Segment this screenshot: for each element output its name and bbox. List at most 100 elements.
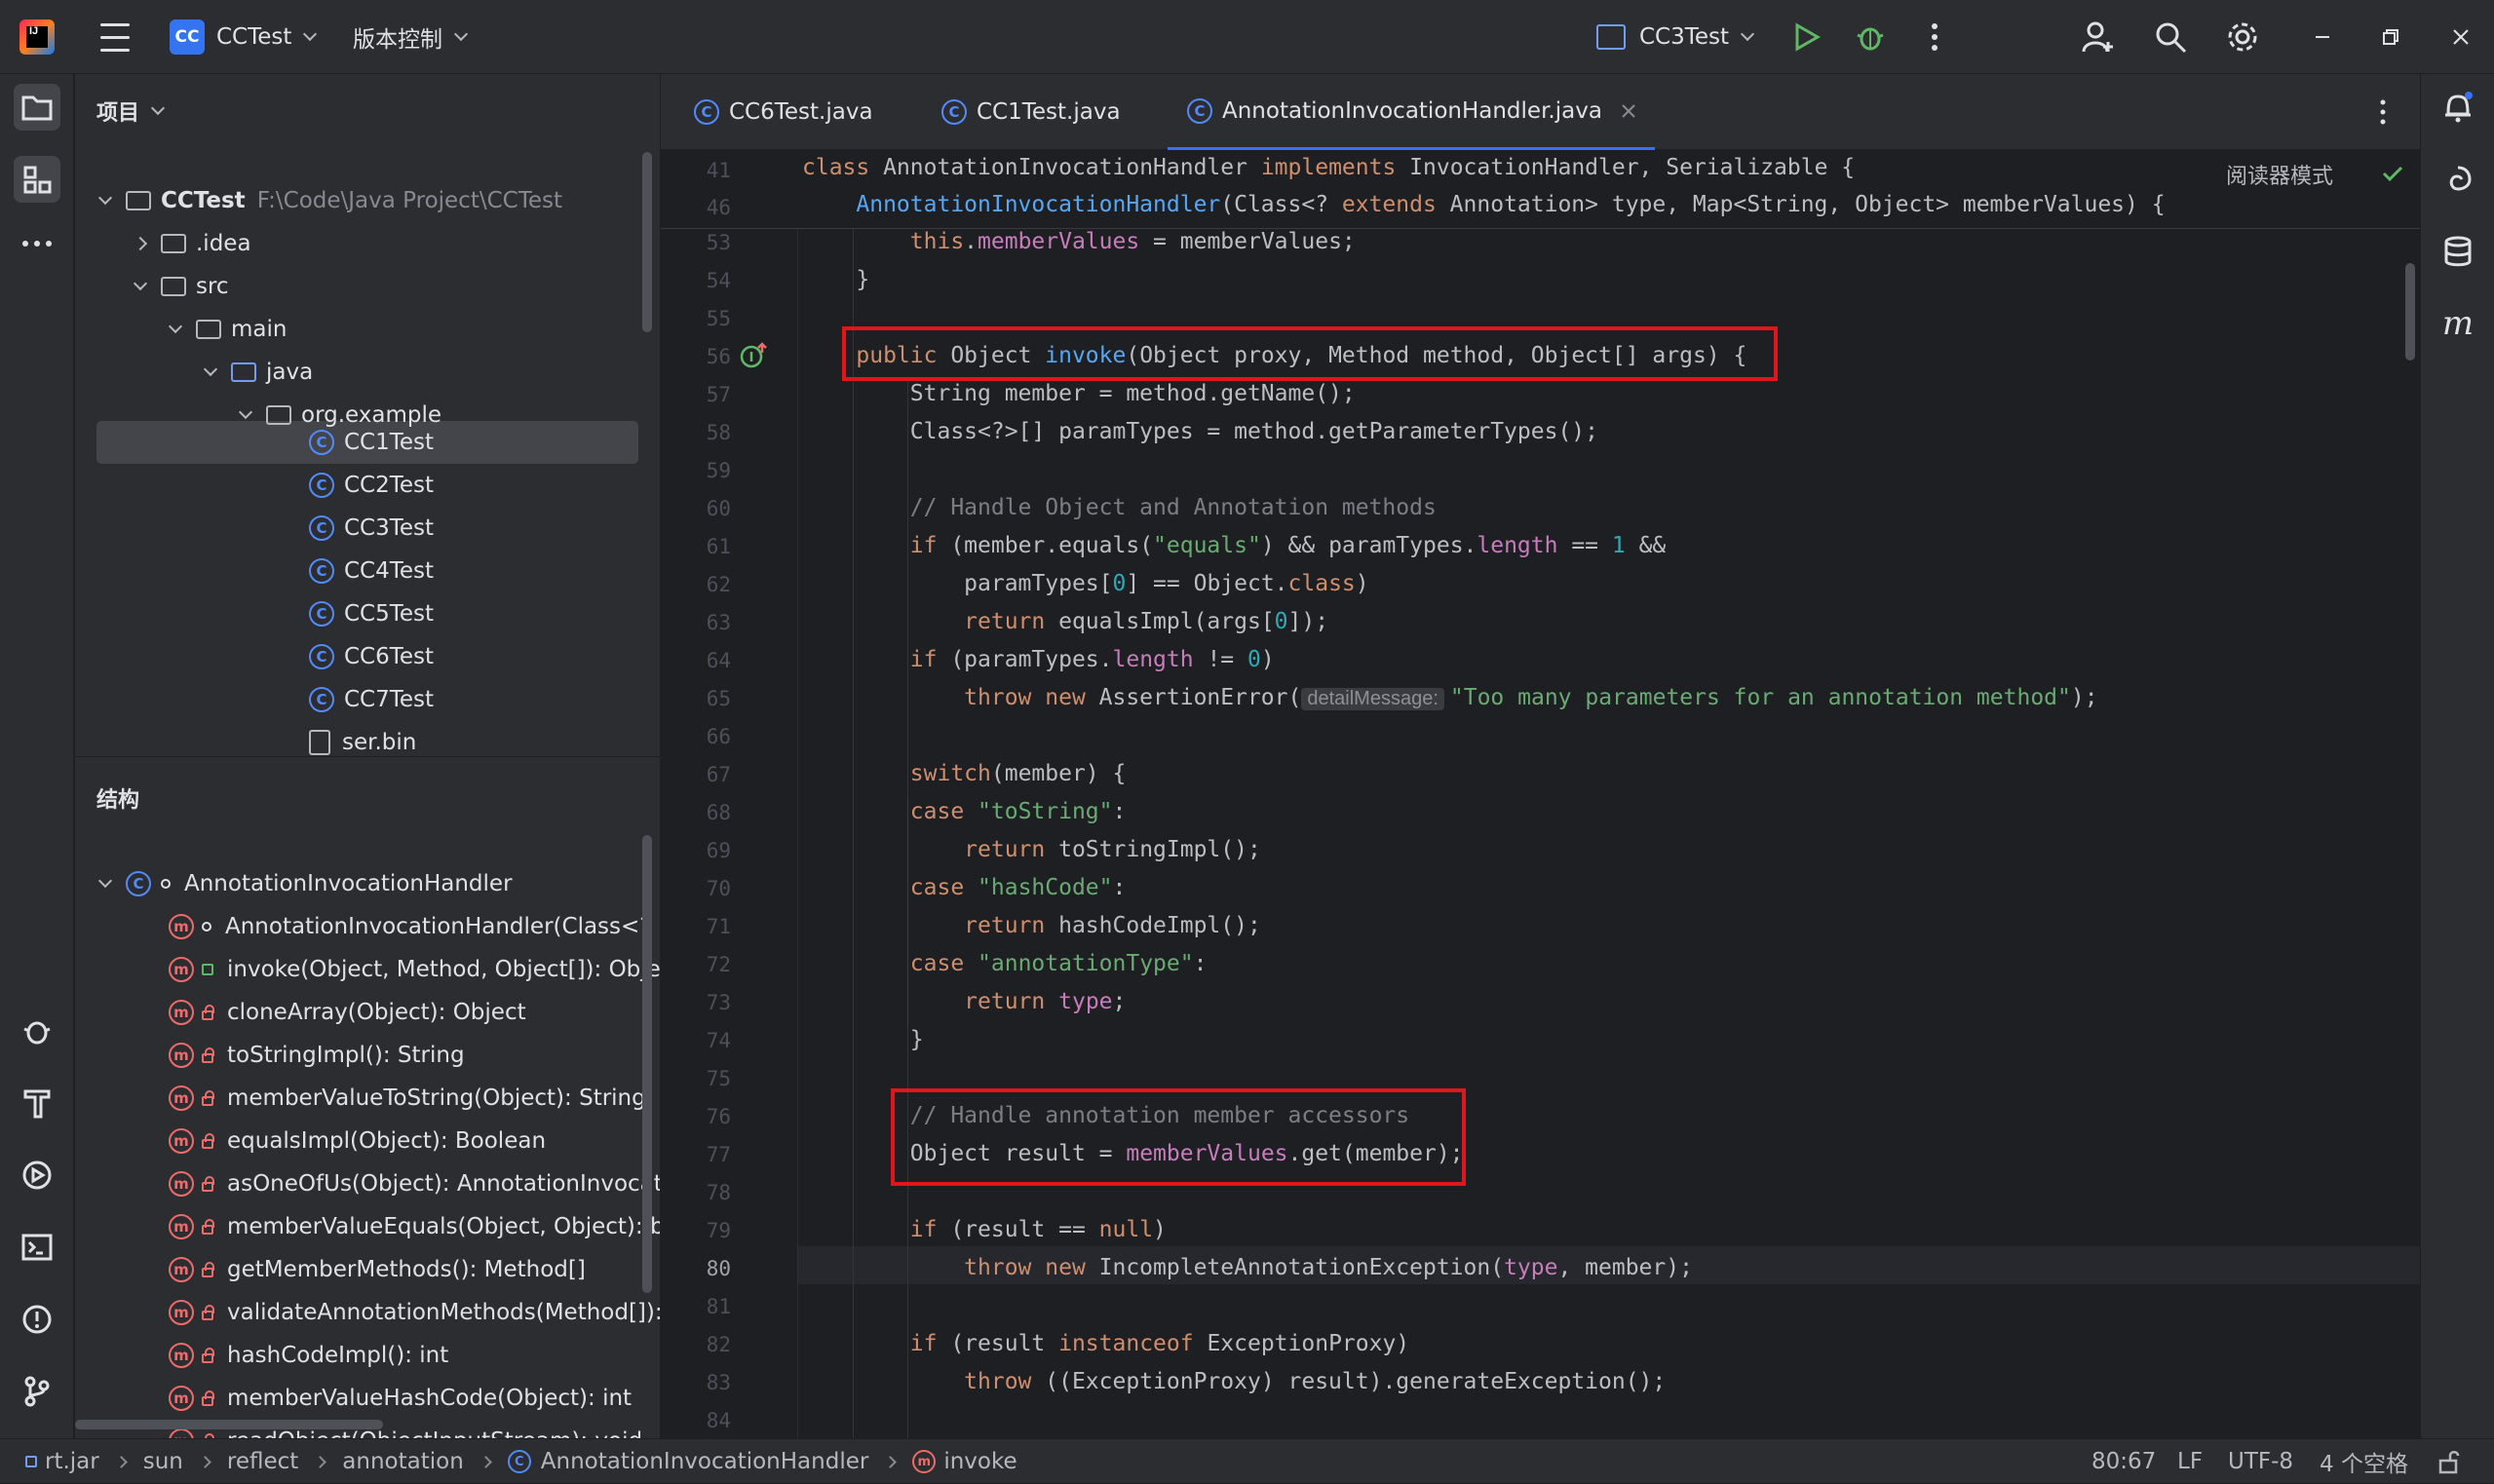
search-icon xyxy=(2156,22,2187,54)
project-scrollbar[interactable] xyxy=(642,152,652,332)
project-tool-button[interactable] xyxy=(14,84,60,131)
breadcrumb-item[interactable]: AnnotationInvocationHandler xyxy=(541,1449,869,1474)
structure-member[interactable]: m equalsImpl(Object): Boolean xyxy=(169,1120,546,1162)
build-tool-button[interactable] xyxy=(14,1080,60,1126)
ai-assistant-button[interactable] xyxy=(2435,156,2481,203)
tree-item-main[interactable]: main xyxy=(168,308,287,351)
search-button[interactable] xyxy=(2146,0,2195,74)
unknown-file-icon xyxy=(309,730,330,755)
tree-root-cctest[interactable]: CCTest F:\Code\Java Project\CCTest xyxy=(97,179,562,222)
unlock-icon xyxy=(2438,1451,2460,1474)
code-line: AnnotationInvocationHandler(Class<? exte… xyxy=(856,192,2166,217)
class-icon: C xyxy=(309,473,334,498)
reader-mode-toggle[interactable]: 阅读器模式 xyxy=(2226,159,2333,190)
settings-button[interactable] xyxy=(2218,0,2267,74)
close-window-button[interactable] xyxy=(2436,0,2485,74)
code-line: case "annotationType": xyxy=(909,951,1208,976)
structure-member[interactable]: m memberValueEquals(Object, Object): bool xyxy=(169,1205,660,1248)
structure-member[interactable]: m memberValueToString(Object): String xyxy=(169,1077,646,1120)
structure-member[interactable]: m cloneArray(Object): Object xyxy=(169,991,526,1034)
structure-tool-button[interactable] xyxy=(14,156,60,203)
project-badge: CC xyxy=(170,19,205,55)
structure-member[interactable]: m getMemberMethods(): Method[] xyxy=(169,1248,586,1291)
main-menu-button[interactable] xyxy=(97,0,133,74)
breadcrumb-item[interactable]: rt.jar xyxy=(45,1449,99,1474)
tree-item-idea[interactable]: .idea xyxy=(133,222,251,265)
tab-cc6test[interactable]: C CC6Test.java xyxy=(674,74,893,150)
class-icon: C xyxy=(309,601,334,627)
breadcrumb-item[interactable]: invoke xyxy=(943,1449,1017,1474)
structure-member[interactable]: m hashCodeImpl(): int xyxy=(169,1334,448,1377)
public-icon xyxy=(202,964,213,975)
restore-button[interactable] xyxy=(2366,0,2415,74)
caret-position[interactable]: 80:67 xyxy=(2091,1439,2156,1484)
tab-options-button[interactable] xyxy=(2359,74,2407,150)
code-line: throw new IncompleteAnnotationException(… xyxy=(964,1255,1693,1280)
structure-icon xyxy=(23,166,52,194)
structure-scrollbar[interactable] xyxy=(642,835,652,1293)
breadcrumb-item[interactable]: reflect xyxy=(227,1449,298,1474)
code-line: if (result instanceof ExceptionProxy) xyxy=(909,1331,1410,1356)
project-widget[interactable]: CC CCTest xyxy=(170,0,318,74)
indent-setting[interactable]: 4 个空格 xyxy=(2320,1439,2408,1484)
implements-method-icon[interactable] xyxy=(739,341,768,370)
services-tool-button[interactable] xyxy=(14,1152,60,1199)
line-separator[interactable]: LF xyxy=(2177,1439,2203,1484)
git-tool-button[interactable] xyxy=(14,1368,60,1415)
chevron-right-icon xyxy=(199,1455,211,1468)
debug-tool-button[interactable] xyxy=(14,1008,60,1054)
structure-member[interactable]: m validateAnnotationMethods(Method[]): vo xyxy=(169,1291,660,1334)
tree-item-src[interactable]: src xyxy=(133,265,229,308)
run-config-widget[interactable]: CC3Test xyxy=(1596,0,1755,74)
method-icon: m xyxy=(169,1386,194,1411)
tab-annotation-invocation-handler[interactable]: C AnnotationInvocationHandler.java xyxy=(1168,74,1655,150)
notifications-button[interactable] xyxy=(2435,84,2481,131)
maven-button[interactable]: m xyxy=(2435,300,2481,347)
left-tool-stripe xyxy=(0,74,74,1438)
lock-icon xyxy=(202,1005,214,1020)
tree-item-cc1test[interactable]: C CC1Test xyxy=(309,421,434,464)
class-icon: C xyxy=(694,99,719,125)
tree-item-ser-bin[interactable]: ser.bin xyxy=(309,721,416,756)
tree-item-cc7test[interactable]: C CC7Test xyxy=(309,678,434,721)
tab-cc1test[interactable]: C CC1Test.java xyxy=(922,74,1140,150)
breadcrumb-item[interactable]: sun xyxy=(143,1449,183,1474)
code-editor[interactable]: 41 46 class AnnotationInvocationHandler … xyxy=(661,151,2420,1438)
tree-item-cc2test[interactable]: C CC2Test xyxy=(309,464,434,507)
structure-member[interactable]: m invoke(Object, Method, Object[]): Objec… xyxy=(169,948,660,991)
tree-item-java[interactable]: java xyxy=(203,351,313,394)
tree-item-cc6test[interactable]: C CC6Test xyxy=(309,635,434,678)
minimize-button[interactable] xyxy=(2298,0,2347,74)
more-actions-button[interactable] xyxy=(1910,0,1959,74)
method-icon: m xyxy=(169,1043,194,1068)
vcs-widget[interactable]: 版本控制 xyxy=(353,0,469,74)
project-panel-title[interactable]: 项目 xyxy=(96,95,166,127)
breadcrumb: rt.jar sun reflect annotation C Annotati… xyxy=(25,1439,1017,1484)
database-button[interactable] xyxy=(2435,228,2481,275)
structure-member[interactable]: m asOneOfUs(Object): AnnotationInvocation xyxy=(169,1162,660,1205)
close-tab-icon[interactable] xyxy=(1622,103,1635,118)
gear-icon xyxy=(2228,22,2257,52)
structure-member[interactable]: m AnnotationInvocationHandler(Class<? ext… xyxy=(169,905,660,948)
code-with-me-button[interactable] xyxy=(2074,0,2123,74)
method-icon: m xyxy=(169,957,194,982)
intellij-logo-icon[interactable]: IJ xyxy=(19,19,55,55)
tree-item-cc3test[interactable]: C CC3Test xyxy=(309,507,434,550)
run-button[interactable] xyxy=(1782,0,1830,74)
structure-h-scrollbar[interactable] xyxy=(75,1420,383,1429)
tree-item-cc4test[interactable]: C CC4Test xyxy=(309,550,434,592)
structure-member[interactable]: m memberValueHashCode(Object): int xyxy=(169,1377,632,1420)
file-encoding[interactable]: UTF-8 xyxy=(2228,1439,2293,1484)
problems-tool-button[interactable] xyxy=(14,1296,60,1343)
lock-icon xyxy=(202,1262,214,1277)
breadcrumb-item[interactable]: annotation xyxy=(342,1449,464,1474)
more-tools-button[interactable] xyxy=(14,220,60,267)
tree-item-cc5test[interactable]: C CC5Test xyxy=(309,592,434,635)
chevron-down-icon xyxy=(1740,26,1755,42)
editor-scrollbar[interactable] xyxy=(2405,263,2415,361)
debug-button[interactable] xyxy=(1846,0,1895,74)
structure-member[interactable]: m toStringImpl(): String xyxy=(169,1034,465,1077)
git-branch-icon xyxy=(24,1376,50,1407)
readonly-toggle[interactable] xyxy=(2436,1439,2462,1484)
terminal-tool-button[interactable] xyxy=(14,1224,60,1271)
